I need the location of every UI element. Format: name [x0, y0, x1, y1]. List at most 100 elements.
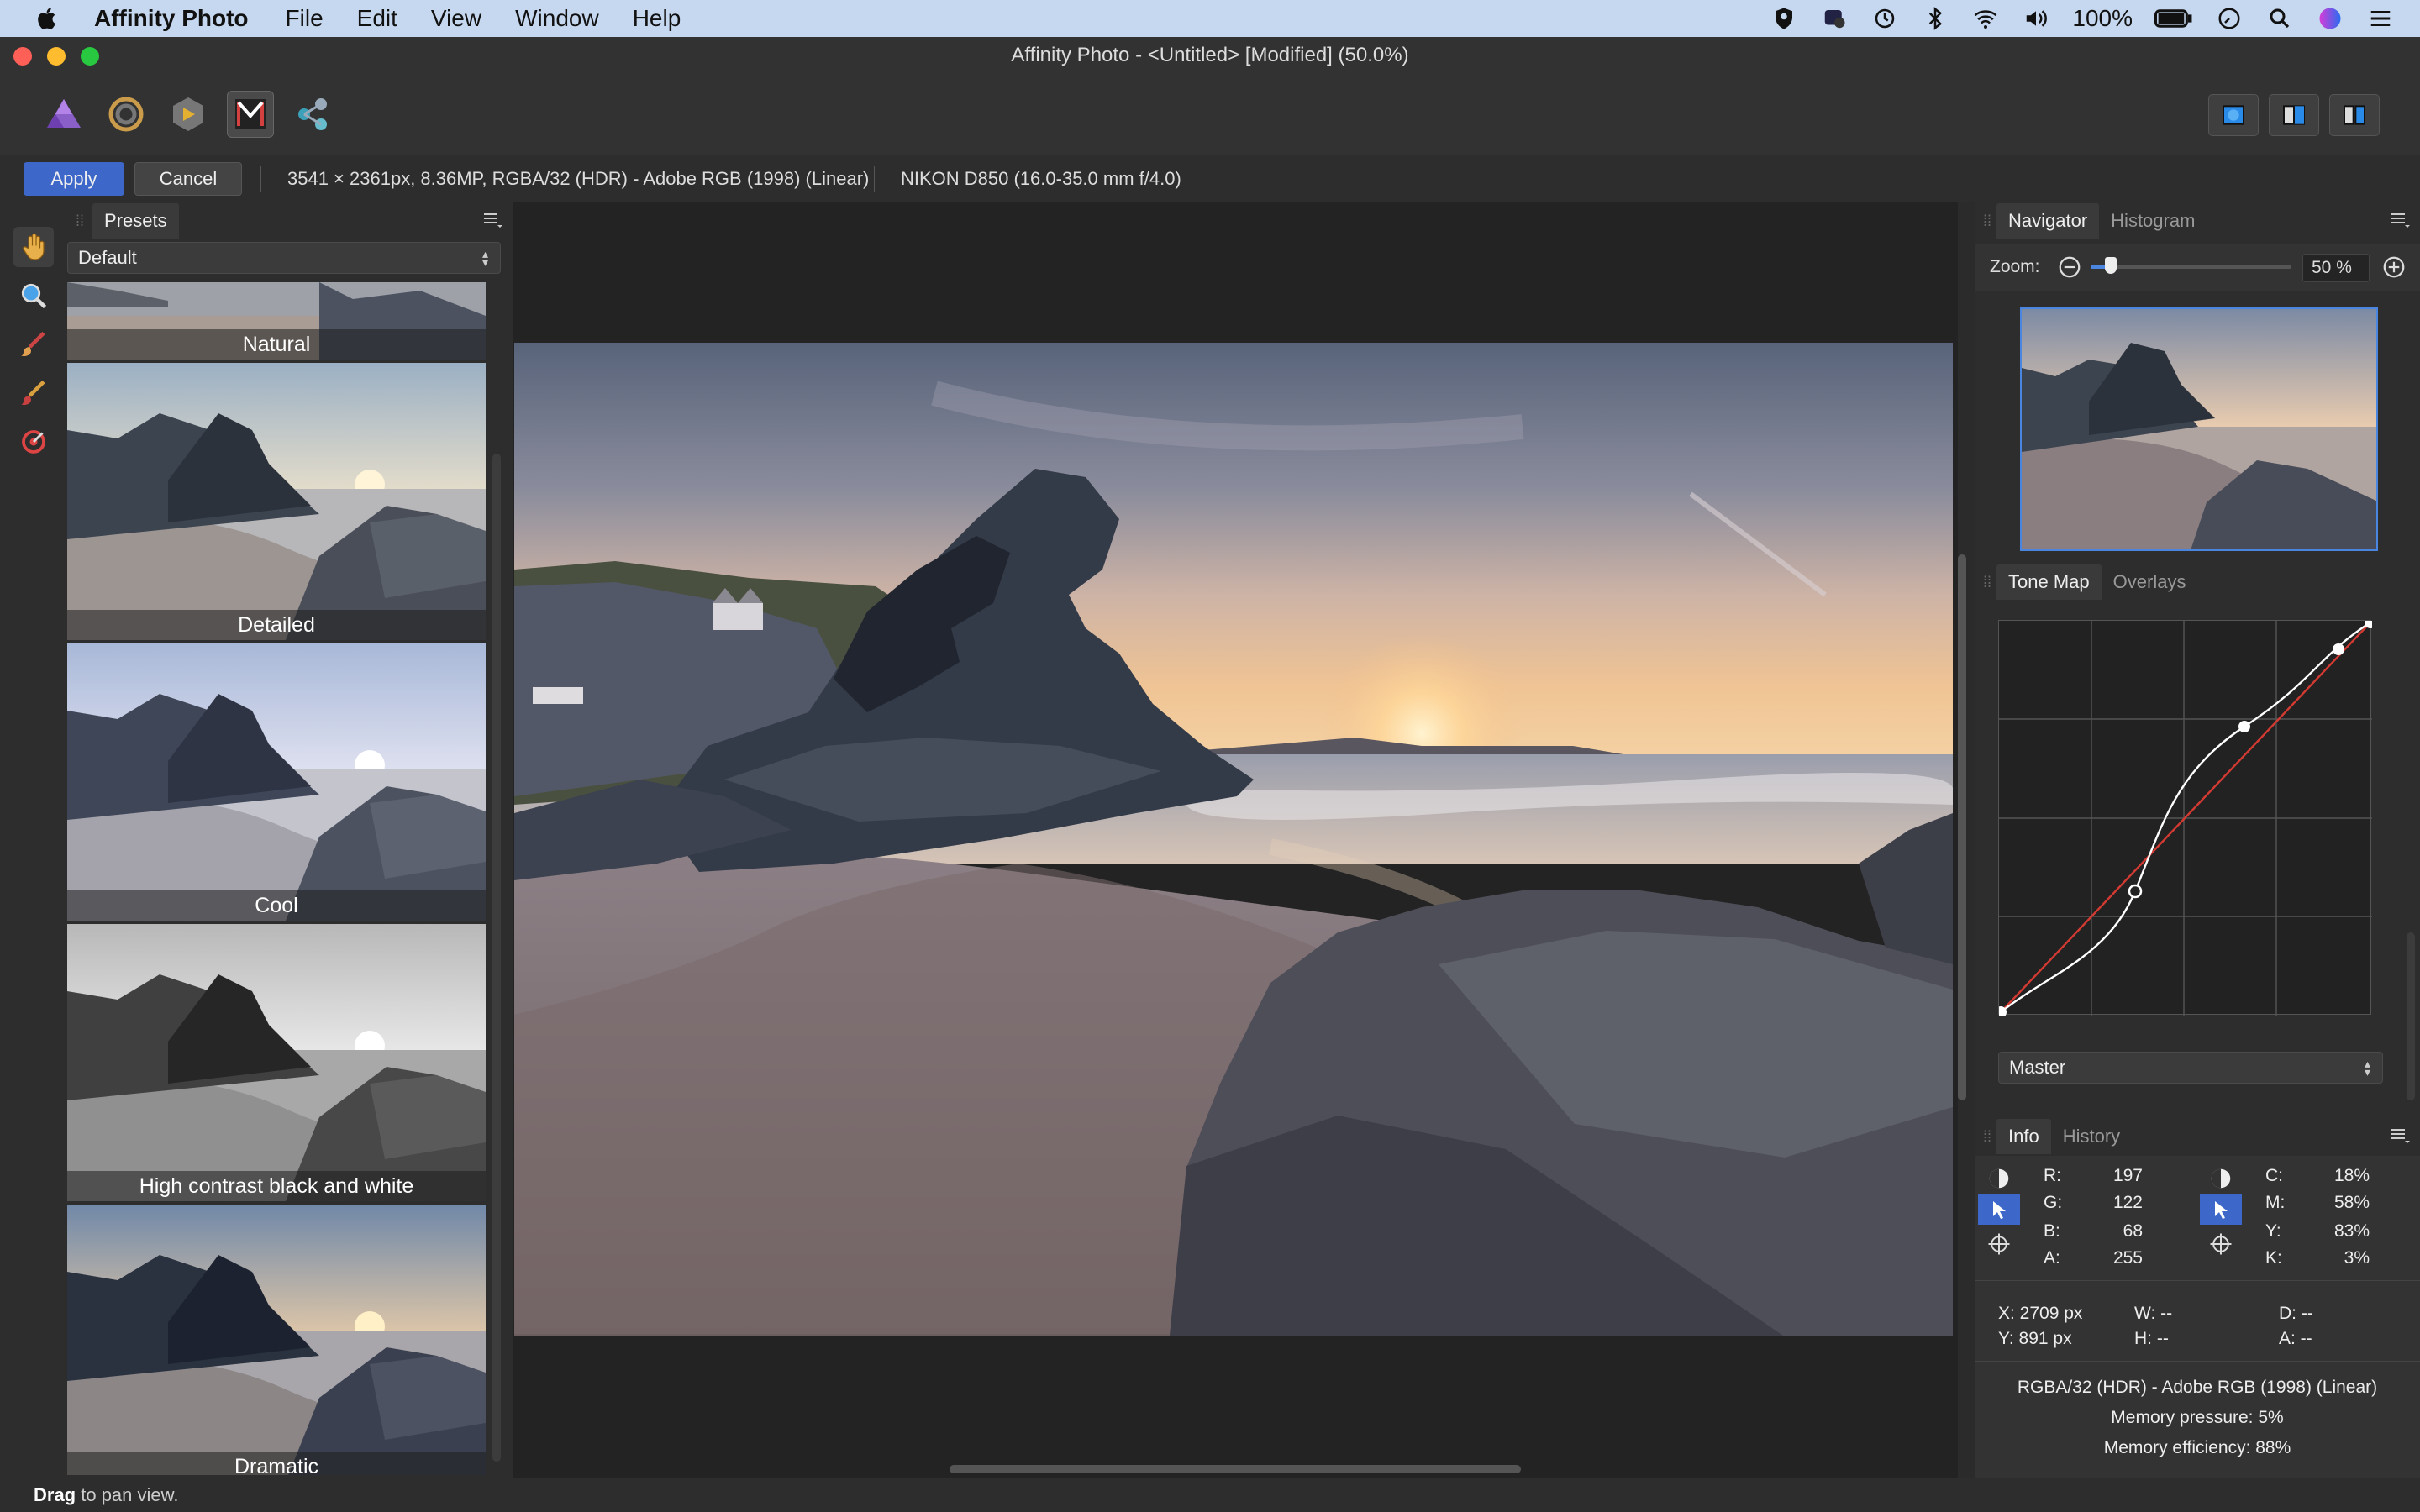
stepper-arrows-icon: ▴ ▾: [2364, 1057, 2370, 1079]
camera-info: NIKON D850 (16.0-35.0 mm f/4.0): [901, 167, 1181, 189]
zoom-out-icon[interactable]: [2057, 255, 2082, 280]
status-bar: Drag to pan view.: [0, 1478, 2420, 1512]
preset-high-contrast-bw[interactable]: High contrast black and white: [67, 924, 486, 1201]
tab-tone-map[interactable]: Tone Map: [1996, 564, 2102, 600]
canvas-horizontal-scrollbar[interactable]: [950, 1465, 1521, 1473]
color-mode-icon[interactable]: [2208, 1166, 2233, 1191]
battery-icon[interactable]: [2154, 6, 2193, 31]
siri-icon[interactable]: [2316, 6, 2344, 31]
tab-presets[interactable]: Presets: [92, 203, 179, 239]
tab-overlays[interactable]: Overlays: [2102, 564, 2198, 600]
info-h-value: H: --: [2134, 1329, 2169, 1348]
info-x-value: X: 2709 px: [1998, 1304, 2083, 1323]
curve-point[interactable]: [2333, 643, 2344, 655]
info-c-value: 18%: [2333, 1166, 2370, 1185]
panel-menu-icon[interactable]: [482, 212, 502, 228]
cloud-app-icon[interactable]: [1820, 6, 1849, 31]
zoom-slider[interactable]: [2091, 257, 2291, 274]
tone-map-panel: ⁞⁞ Tone Map Overlays Master ▴ ▾: [1975, 563, 2420, 1110]
tab-history[interactable]: History: [2051, 1119, 2132, 1154]
control-center-icon[interactable]: [2366, 6, 2395, 31]
panel-grip-icon[interactable]: ⁞⁞: [1983, 213, 1991, 230]
volume-icon[interactable]: [2022, 6, 2050, 31]
panel-grip-icon[interactable]: ⁞⁞: [76, 213, 84, 230]
minimize-window-button[interactable]: [47, 47, 66, 66]
app-menu[interactable]: Affinity Photo: [94, 5, 249, 32]
menu-window[interactable]: Window: [515, 5, 599, 32]
dodge-brush-icon[interactable]: [13, 324, 54, 365]
crosshair-sample-icon[interactable]: [1986, 1231, 2012, 1257]
photo-persona-icon[interactable]: [40, 91, 87, 138]
status-hint-bold: Drag: [34, 1484, 76, 1505]
presets-panel-header: ⁞⁞ Presets: [67, 202, 513, 240]
crosshair-sample-icon[interactable]: [2208, 1231, 2233, 1257]
preset-cool[interactable]: Cool: [67, 643, 486, 921]
preset-detailed[interactable]: Detailed: [67, 363, 486, 640]
info-y-label: Y:: [2265, 1221, 2281, 1241]
tone-map-scrollbar[interactable]: [2407, 932, 2415, 1100]
liquify-persona-icon[interactable]: [103, 91, 150, 138]
preset-label: Dramatic: [67, 1452, 486, 1475]
battery-percent: 100%: [2072, 5, 2133, 31]
zoom-in-icon[interactable]: [2381, 255, 2407, 280]
navigator-panel: ⁞⁞ Navigator Histogram Zoom: 50 %: [1975, 202, 2420, 563]
presets-scrollbar[interactable]: [492, 454, 501, 1462]
bluetooth-icon[interactable]: [1921, 6, 1949, 31]
menu-help[interactable]: Help: [633, 5, 681, 32]
menu-view[interactable]: View: [431, 5, 481, 32]
panel-menu-icon[interactable]: [2390, 212, 2410, 228]
export-persona-icon[interactable]: [289, 91, 336, 138]
panel-grip-icon[interactable]: ⁞⁞: [1983, 574, 1991, 591]
info-w-value: W: --: [2134, 1304, 2173, 1323]
pointer-sample-icon[interactable]: [2200, 1194, 2242, 1225]
zoom-slider-handle[interactable]: [2104, 257, 2117, 274]
panel-menu-icon[interactable]: [2390, 1127, 2410, 1144]
clone-target-icon[interactable]: [13, 422, 54, 462]
info-header: ⁞⁞ Info History: [1975, 1117, 2420, 1156]
spotlight-search-icon[interactable]: [2265, 6, 2294, 31]
info-y-value: 83%: [2333, 1221, 2370, 1241]
apple-icon[interactable]: [35, 6, 60, 31]
tab-info[interactable]: Info: [1996, 1119, 2051, 1154]
preset-label: Natural: [67, 329, 486, 360]
document-canvas[interactable]: [513, 202, 1966, 1478]
zoom-window-button[interactable]: [81, 47, 99, 66]
curve-point[interactable]: [2238, 721, 2250, 732]
view-mode-split-icon[interactable]: [2269, 94, 2319, 136]
tab-histogram[interactable]: Histogram: [2099, 203, 2207, 239]
time-machine-icon[interactable]: [1870, 6, 1899, 31]
shield-icon[interactable]: [1770, 6, 1798, 31]
preset-category-select[interactable]: Default ▴ ▾: [67, 242, 501, 274]
menu-edit[interactable]: Edit: [357, 5, 397, 32]
color-mode-icon[interactable]: [1986, 1166, 2012, 1191]
view-mode-single-icon[interactable]: [2208, 94, 2259, 136]
navigator-preview[interactable]: [2020, 307, 2378, 551]
zoom-tool-icon[interactable]: [13, 276, 54, 316]
develop-persona-icon[interactable]: [165, 91, 212, 138]
context-toolbar: Apply Cancel 3541 × 2361px, 8.36MP, RGBA…: [0, 155, 2420, 202]
zoom-value-field[interactable]: 50 %: [2302, 254, 2370, 282]
channel-select[interactable]: Master ▴ ▾: [1998, 1052, 2383, 1084]
burn-brush-icon[interactable]: [13, 373, 54, 413]
menu-file[interactable]: File: [286, 5, 324, 32]
tone-mapping-persona-icon[interactable]: [227, 91, 274, 138]
apply-button[interactable]: Apply: [24, 161, 124, 196]
wifi-icon[interactable]: [1971, 6, 2000, 31]
close-window-button[interactable]: [13, 47, 32, 66]
panel-grip-icon[interactable]: ⁞⁞: [1983, 1128, 1991, 1146]
curve-point[interactable]: [2128, 884, 2143, 899]
preset-natural[interactable]: Natural: [67, 282, 486, 360]
tab-navigator[interactable]: Navigator: [1996, 203, 2100, 239]
preset-label: High contrast black and white: [67, 1171, 486, 1201]
info-b-label: B:: [2044, 1221, 2060, 1241]
clock-icon[interactable]: [2215, 6, 2244, 31]
view-mode-mirror-icon[interactable]: [2329, 94, 2380, 136]
document-info: 3541 × 2361px, 8.36MP, RGBA/32 (HDR) - A…: [287, 167, 870, 189]
pointer-sample-icon[interactable]: [1978, 1194, 2020, 1225]
preset-dramatic[interactable]: Dramatic: [67, 1205, 486, 1475]
cancel-button[interactable]: Cancel: [134, 161, 242, 196]
view-tool-hand-icon[interactable]: [13, 227, 54, 267]
tone-curve-editor[interactable]: [1995, 617, 2376, 1018]
canvas-vertical-scrollbar[interactable]: [1958, 554, 1966, 1100]
info-memory-efficiency: Memory efficiency: 88%: [2103, 1438, 2291, 1457]
